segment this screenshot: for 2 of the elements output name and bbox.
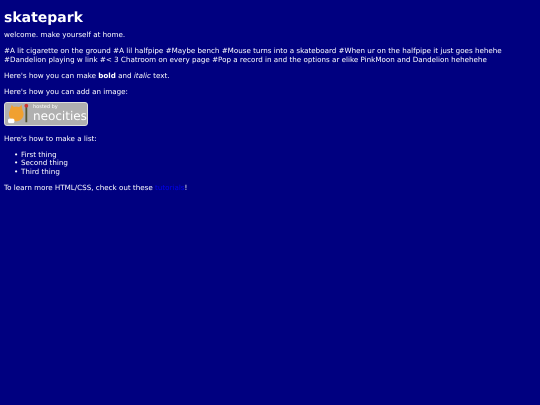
page-title: skatepark [4, 9, 84, 27]
badge-wordmark: neocities [33, 110, 87, 122]
